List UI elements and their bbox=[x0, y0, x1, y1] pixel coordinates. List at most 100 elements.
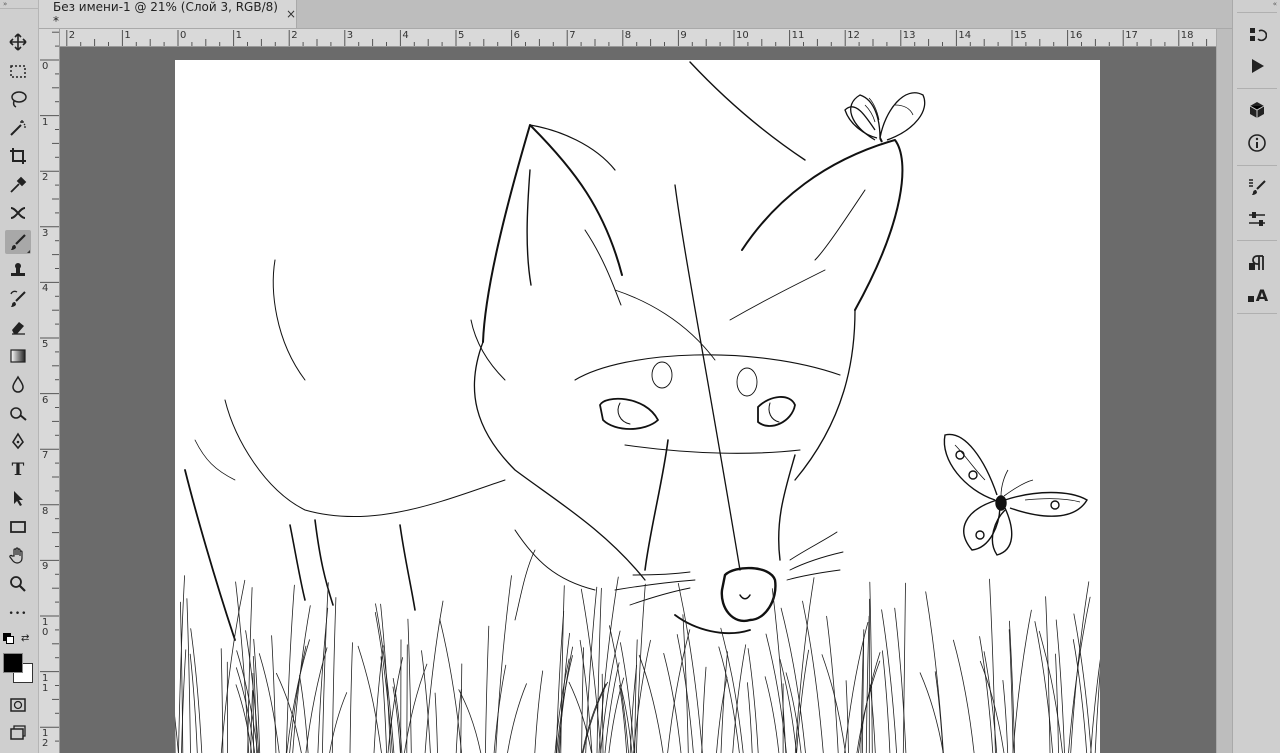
3d-panel-button[interactable] bbox=[1243, 97, 1271, 123]
quick-mask-button[interactable] bbox=[5, 693, 31, 717]
actions-panel-button[interactable] bbox=[1243, 53, 1271, 79]
grass-blade bbox=[458, 689, 482, 753]
ruler-label: 4 bbox=[402, 30, 409, 41]
path-selection-tool[interactable] bbox=[5, 486, 31, 510]
swap-colors-icon[interactable]: ⇄ bbox=[21, 633, 29, 644]
hand-tool[interactable] bbox=[5, 543, 31, 567]
grass-blade bbox=[865, 615, 870, 753]
brushes-panel-button[interactable] bbox=[1243, 174, 1271, 200]
info-panel-button[interactable] bbox=[1243, 130, 1271, 156]
grass-blade bbox=[598, 576, 619, 753]
grass-blade bbox=[534, 670, 544, 753]
gradient-tool[interactable] bbox=[5, 344, 31, 368]
ruler-label: 13 bbox=[902, 30, 916, 41]
grass-blade bbox=[439, 618, 462, 753]
panel-grip-right[interactable]: « bbox=[1233, 0, 1280, 8]
grass-blade bbox=[869, 581, 873, 753]
tools-panel: » T ••• ⇄ bbox=[0, 0, 39, 753]
grass-blade bbox=[1045, 596, 1051, 753]
ruler-label: 0 bbox=[42, 61, 49, 72]
pen-tool[interactable] bbox=[5, 429, 31, 453]
foreground-color-swatch[interactable] bbox=[3, 653, 23, 673]
ruler-label: 6 bbox=[42, 394, 49, 406]
grass-blade bbox=[404, 663, 428, 753]
grass-blade bbox=[424, 600, 444, 753]
ruler-label: 15 bbox=[1014, 30, 1027, 41]
document-tab[interactable]: Без имени-1 @ 21% (Слой 3, RGB/8) * × bbox=[39, 0, 297, 28]
history-brush-tool[interactable] bbox=[5, 287, 31, 311]
canvas-scroll-strip[interactable] bbox=[1216, 29, 1233, 753]
more-tools[interactable]: ••• bbox=[5, 602, 31, 626]
brush-icon bbox=[11, 234, 26, 250]
ruler-label: 5 bbox=[42, 339, 49, 350]
eyedropper-tool[interactable] bbox=[5, 173, 31, 197]
shape-tool[interactable] bbox=[5, 515, 31, 539]
grass-blade bbox=[701, 666, 707, 753]
paragraph-icon bbox=[1249, 255, 1264, 270]
panel-grip[interactable]: » bbox=[0, 0, 38, 9]
stamp-icon bbox=[11, 263, 25, 276]
brush-tool[interactable] bbox=[5, 230, 31, 254]
grass-blade bbox=[493, 664, 507, 753]
panel-divider bbox=[1237, 88, 1277, 89]
grass-blade bbox=[747, 682, 753, 753]
grass-blade bbox=[235, 581, 250, 753]
marquee-tool[interactable] bbox=[5, 59, 31, 83]
grass-blade bbox=[869, 684, 876, 753]
eraser-tool[interactable] bbox=[5, 315, 31, 339]
ruler-label: 10 bbox=[736, 30, 749, 41]
screen-mode-button[interactable] bbox=[5, 721, 31, 745]
type-tool[interactable]: T bbox=[5, 458, 31, 482]
ruler-label: 16 bbox=[1069, 30, 1083, 41]
healing-tool[interactable] bbox=[5, 201, 31, 225]
paragraph-panel-button[interactable] bbox=[1243, 250, 1271, 276]
hand-icon bbox=[9, 547, 23, 564]
stamp-tool[interactable] bbox=[5, 258, 31, 282]
grass-blade bbox=[826, 615, 839, 753]
adjust-panel-button[interactable] bbox=[1243, 206, 1271, 232]
ruler-label: 1 bbox=[42, 116, 49, 128]
vertical-ruler[interactable]: 0 1 2 3 4 5 6 7 8 9 1 0 1 1 1 2 bbox=[39, 29, 60, 753]
grass-blade bbox=[460, 663, 463, 753]
ellipsis-icon: ••• bbox=[8, 609, 28, 619]
canvas-workspace[interactable] bbox=[60, 47, 1216, 753]
grass-blade bbox=[271, 635, 277, 753]
character-glyph: A bbox=[1255, 285, 1269, 305]
ruler-label: 12 bbox=[847, 30, 860, 41]
ruler-label: 4 bbox=[42, 283, 49, 295]
lasso-tool[interactable] bbox=[5, 87, 31, 111]
crop-icon bbox=[10, 148, 26, 164]
grass-blade bbox=[609, 625, 629, 753]
grass-blade bbox=[373, 645, 384, 753]
ruler-label: 5 bbox=[458, 30, 465, 41]
grass-blade bbox=[802, 600, 824, 753]
horizontal-ruler[interactable]: 2 1 0 1 2 3 4 5 6 7 8 9 10 11 12 13 14 15 16 17 18 bbox=[60, 29, 1216, 47]
ruler-label: 1 bbox=[235, 30, 242, 41]
close-icon[interactable]: × bbox=[286, 7, 296, 21]
zoom-tool[interactable] bbox=[5, 572, 31, 596]
dodge-icon bbox=[10, 407, 27, 421]
ruler-label: 8 bbox=[42, 505, 49, 517]
grass-blade bbox=[1068, 596, 1091, 753]
grass-blade bbox=[925, 591, 944, 753]
blur-tool[interactable] bbox=[5, 372, 31, 396]
brush-settings-icon bbox=[1249, 179, 1266, 195]
magic-wand-tool[interactable] bbox=[5, 116, 31, 140]
move-tool[interactable] bbox=[5, 30, 31, 54]
document-canvas[interactable] bbox=[175, 60, 1100, 753]
default-colors-icon[interactable] bbox=[3, 633, 14, 644]
rect-marquee-icon bbox=[10, 65, 26, 78]
history-panel-button[interactable] bbox=[1243, 22, 1271, 48]
move-icon bbox=[9, 33, 27, 51]
butterfly-right bbox=[943, 433, 1088, 556]
grass-blade bbox=[845, 680, 849, 753]
character-panel-button[interactable]: A bbox=[1243, 282, 1271, 308]
fox-sketch bbox=[175, 61, 1100, 753]
grass-blade bbox=[633, 639, 651, 753]
crop-tool[interactable] bbox=[5, 144, 31, 168]
dodge-tool[interactable] bbox=[5, 401, 31, 425]
grass-blade bbox=[604, 662, 620, 753]
pen-icon bbox=[12, 432, 24, 450]
ruler-label: 1 2 bbox=[42, 728, 49, 750]
arrow-icon bbox=[14, 491, 23, 506]
